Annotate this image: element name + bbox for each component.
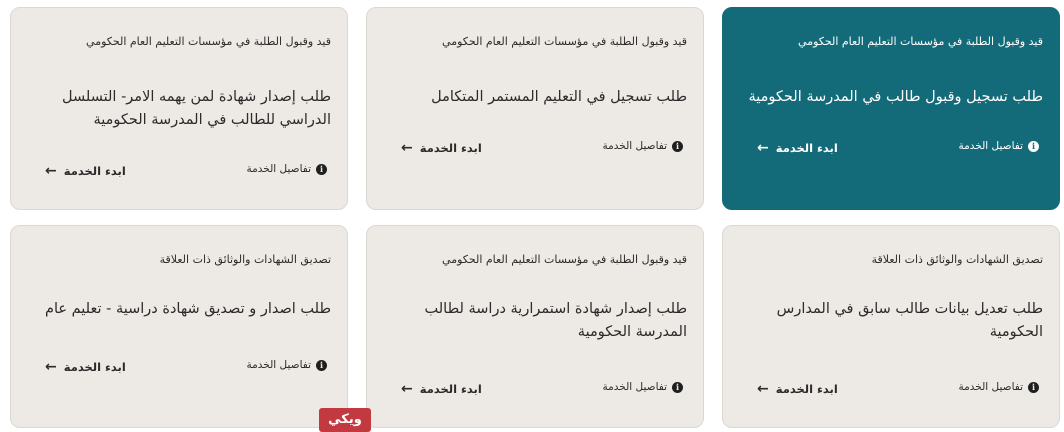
arrow-left-icon: ← xyxy=(757,381,769,397)
start-label: ابدء الخدمة xyxy=(775,141,838,155)
service-details-link[interactable]: i تفاصيل الخدمة xyxy=(959,381,1039,393)
start-label: ابدء الخدمة xyxy=(419,382,482,396)
start-label: ابدء الخدمة xyxy=(63,164,126,178)
service-details-link[interactable]: i تفاصيل الخدمة xyxy=(247,163,327,175)
start-label: ابدء الخدمة xyxy=(775,382,838,396)
card-category: تصديق الشهادات والوثائق ذات العلاقة xyxy=(159,253,331,266)
info-icon: i xyxy=(316,163,327,175)
service-card-continuing-education[interactable]: قيد وقبول الطلبة في مؤسسات التعليم العام… xyxy=(366,7,704,210)
details-label: تفاصيل الخدمة xyxy=(246,163,311,175)
card-title: طلب اصدار و تصديق شهادة دراسية - تعليم ع… xyxy=(44,301,331,317)
service-details-link[interactable]: i تفاصيل الخدمة xyxy=(959,140,1039,152)
service-details-link[interactable]: i تفاصيل الخدمة xyxy=(603,140,683,152)
service-card-modify-student-data[interactable]: تصديق الشهادات والوثائق ذات العلاقة طلب … xyxy=(722,225,1060,428)
arrow-left-icon: ← xyxy=(401,140,413,156)
info-icon: i xyxy=(672,140,683,152)
start-service-button[interactable]: ابدء الخدمة ← xyxy=(757,141,838,155)
service-card-sequence-certificate[interactable]: قيد وقبول الطلبة في مؤسسات التعليم العام… xyxy=(10,7,348,210)
start-service-button[interactable]: ابدء الخدمة ← xyxy=(757,382,838,396)
info-icon: i xyxy=(672,381,683,393)
details-label: تفاصيل الخدمة xyxy=(246,359,311,371)
card-title: طلب تسجيل وقبول طالب في المدرسة الحكومية xyxy=(748,89,1043,105)
card-category: تصديق الشهادات والوثائق ذات العلاقة xyxy=(871,253,1043,266)
start-service-button[interactable]: ابدء الخدمة ← xyxy=(401,382,482,396)
service-card-register-student[interactable]: قيد وقبول الطلبة في مؤسسات التعليم العام… xyxy=(722,7,1060,210)
start-label: ابدء الخدمة xyxy=(63,360,126,374)
start-service-button[interactable]: ابدء الخدمة ← xyxy=(45,360,126,374)
details-label: تفاصيل الخدمة xyxy=(958,140,1023,152)
card-title: طلب إصدار شهادة لمن يهمه الامر- التسلسل … xyxy=(61,89,331,128)
info-icon: i xyxy=(316,359,327,371)
details-label: تفاصيل الخدمة xyxy=(602,381,667,393)
info-icon: i xyxy=(1028,381,1039,393)
info-icon: i xyxy=(1028,140,1039,152)
arrow-left-icon: ← xyxy=(757,140,769,156)
details-label: تفاصيل الخدمة xyxy=(958,381,1023,393)
card-title: طلب تسجيل في التعليم المستمر المتكامل xyxy=(431,89,687,105)
card-category: قيد وقبول الطلبة في مؤسسات التعليم العام… xyxy=(442,253,687,266)
start-service-button[interactable]: ابدء الخدمة ← xyxy=(45,164,126,178)
card-category: قيد وقبول الطلبة في مؤسسات التعليم العام… xyxy=(442,35,687,48)
service-card-certify-certificate[interactable]: تصديق الشهادات والوثائق ذات العلاقة طلب … xyxy=(10,225,348,428)
card-category: قيد وقبول الطلبة في مؤسسات التعليم العام… xyxy=(86,35,331,48)
service-details-link[interactable]: i تفاصيل الخدمة xyxy=(247,359,327,371)
arrow-left-icon: ← xyxy=(401,381,413,397)
arrow-left-icon: ← xyxy=(45,359,57,375)
start-service-button[interactable]: ابدء الخدمة ← xyxy=(401,141,482,155)
service-card-continuity-certificate[interactable]: قيد وقبول الطلبة في مؤسسات التعليم العام… xyxy=(366,225,704,428)
card-category: قيد وقبول الطلبة في مؤسسات التعليم العام… xyxy=(798,35,1043,48)
card-title: طلب إصدار شهادة استمرارية دراسة لطالب ال… xyxy=(424,301,688,340)
service-details-link[interactable]: i تفاصيل الخدمة xyxy=(603,381,683,393)
watermark-badge: ويكي xyxy=(319,408,371,432)
card-title: طلب تعديل بيانات طالب سابق في المدارس ال… xyxy=(776,301,1043,340)
details-label: تفاصيل الخدمة xyxy=(602,140,667,152)
arrow-left-icon: ← xyxy=(45,163,57,179)
start-label: ابدء الخدمة xyxy=(419,141,482,155)
